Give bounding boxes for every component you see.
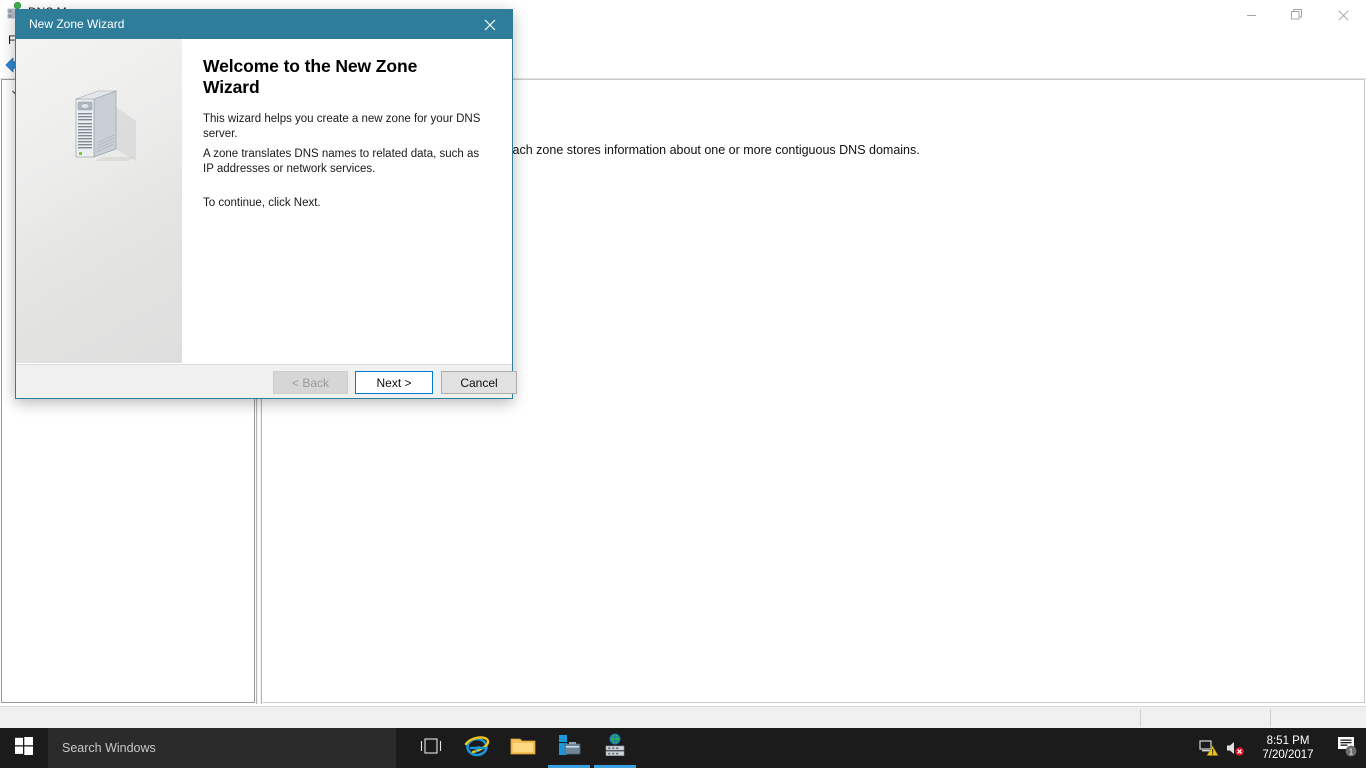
task-view-button[interactable] — [408, 728, 454, 768]
dialog-footer: < Back Next > Cancel — [16, 365, 517, 398]
network-warning-icon[interactable] — [1196, 728, 1222, 768]
clock[interactable]: 8:51 PM 7/20/2017 — [1248, 728, 1328, 768]
minimize-icon[interactable] — [1228, 0, 1274, 30]
dialog-main: Welcome to the New Zone Wizard This wiza… — [182, 39, 512, 363]
taskbar-app-dns-manager[interactable] — [592, 728, 638, 768]
close-icon[interactable] — [468, 10, 512, 39]
dialog-paragraph-1: This wizard helps you create a new zone … — [203, 113, 481, 140]
dialog-banner — [16, 39, 183, 363]
dialog-paragraph-3: To continue, click Next. — [203, 197, 321, 209]
internet-explorer-icon: e — [464, 733, 490, 764]
taskbar-app-file-explorer[interactable] — [500, 728, 546, 768]
taskbar-apps: e — [408, 728, 638, 768]
task-view-icon — [420, 737, 442, 760]
new-zone-wizard-dialog: New Zone Wizard Welcome to the New Zone … — [15, 9, 517, 399]
desktop-screen: DNS Manager — [0, 0, 1366, 768]
file-explorer-icon — [510, 735, 536, 762]
notification-icon: 1 — [1336, 735, 1358, 762]
dialog-titlebar[interactable]: New Zone Wizard — [16, 10, 512, 39]
windows-logo-icon — [15, 736, 33, 760]
dns-manager-icon — [602, 733, 628, 764]
svg-text:e: e — [475, 740, 481, 755]
start-button[interactable] — [0, 728, 48, 768]
back-button[interactable]: < Back — [273, 371, 348, 394]
taskbar-app-server-manager[interactable] — [546, 728, 592, 768]
clock-time: 8:51 PM — [1266, 735, 1310, 747]
taskbar: Search Windows e 8:51 PM 7/20/2017 1 — [0, 728, 1366, 768]
dialog-title: New Zone Wizard — [29, 17, 125, 31]
taskbar-app-internet-explorer[interactable]: e — [454, 728, 500, 768]
dialog-heading: Welcome to the New Zone Wizard — [203, 56, 418, 97]
status-bar — [0, 706, 1366, 728]
server-tower-icon — [64, 87, 144, 177]
dialog-paragraph-2: A zone translates DNS names to related d… — [203, 148, 480, 175]
server-manager-icon — [556, 734, 582, 763]
search-placeholder: Search Windows — [62, 741, 156, 755]
status-divider — [1270, 709, 1271, 727]
volume-muted-icon[interactable] — [1222, 728, 1248, 768]
search-input[interactable]: Search Windows — [48, 728, 396, 768]
cancel-button[interactable]: Cancel — [441, 371, 517, 394]
notification-count: 1 — [1349, 747, 1354, 756]
clock-date: 7/20/2017 — [1262, 749, 1314, 761]
status-divider — [1140, 709, 1141, 727]
action-center-button[interactable]: 1 — [1328, 728, 1366, 768]
restore-icon[interactable] — [1274, 0, 1320, 30]
window-controls — [1228, 0, 1366, 30]
system-tray: 8:51 PM 7/20/2017 1 — [1196, 728, 1366, 768]
next-button[interactable]: Next > — [355, 371, 433, 394]
close-icon[interactable] — [1320, 0, 1366, 30]
dialog-body: Welcome to the New Zone Wizard This wiza… — [16, 39, 512, 365]
